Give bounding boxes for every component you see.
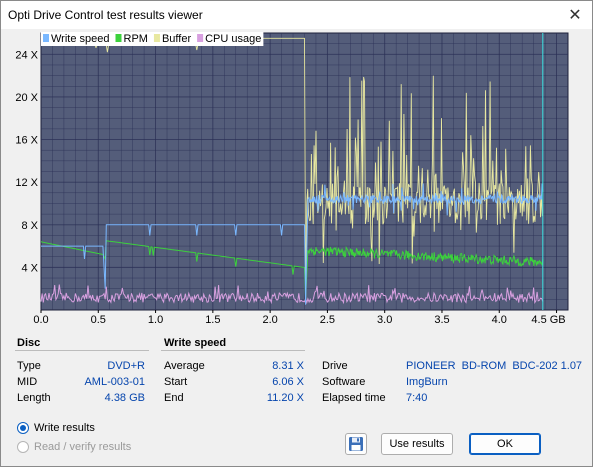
disc-mid-label: MID [17, 376, 38, 388]
disc-type-label: Type [17, 360, 41, 372]
read-verify-results-label: Read / verify results [34, 441, 132, 453]
disc-section-title: Disc [17, 337, 41, 349]
legend-swatch [197, 34, 204, 42]
legend-label: RPM [124, 33, 148, 45]
disc-mid-value: AML-003-01 [84, 376, 145, 388]
y-tick-label: 8 X [21, 220, 38, 232]
x-tick-label: 3.5 [434, 314, 449, 326]
write-results-chart: 0.0 0.5 1.0 1.5 2.0 2.5 3.0 3.5 4.0 4.5 GB 4 X 8 X 1… [15, 32, 569, 326]
window-title: Opti Drive Control test results viewer [8, 8, 203, 22]
disc-divider [15, 350, 149, 351]
end-label: End [164, 392, 184, 404]
chart-legend: Write speed RPM Buffer CPU usage [41, 32, 264, 46]
y-tick-label: 24 X [15, 49, 38, 61]
close-icon[interactable]: ✕ [558, 1, 592, 29]
legend-swatch [153, 34, 160, 42]
drive-value: PIONEER BD-ROM BDC-202 1.07 [406, 360, 583, 372]
end-value: 11.20 X [266, 392, 304, 404]
legend-label: CPU usage [205, 33, 261, 45]
chart-area: 0.0 0.5 1.0 1.5 2.0 2.5 3.0 3.5 4.0 4.5 GB 4 X 8 X 1… [1, 29, 592, 334]
x-tick-label: 3.0 [377, 314, 392, 326]
elapsed-time-value: 7:40 [406, 392, 428, 404]
ok-button[interactable]: OK [469, 433, 541, 455]
software-label: Software [322, 376, 366, 388]
software-value: ImgBurn [406, 376, 448, 388]
x-tick-label: 4.0 [492, 314, 507, 326]
x-tick-label: 1.0 [148, 314, 163, 326]
write-speed-divider [161, 350, 305, 351]
write-results-option[interactable]: Write results [17, 422, 95, 434]
results-info-panel: Disc Type DVD+R MID AML-003-01 Length 4.… [1, 335, 592, 415]
legend-label: Write speed [51, 33, 110, 45]
start-value: 6.06 X [272, 376, 304, 388]
average-label: Average [164, 360, 205, 372]
write-results-radio[interactable] [17, 422, 29, 434]
y-tick-label: 16 X [15, 135, 38, 147]
y-tick-label: 4 X [21, 262, 38, 274]
disc-length-label: Length [17, 392, 51, 404]
x-tick-label: 1.5 [205, 314, 220, 326]
disc-length-value: 4.38 GB [104, 392, 145, 404]
x-tick-label: 2.0 [262, 314, 277, 326]
x-tick-label: 2.5 [320, 314, 335, 326]
disc-type-value: DVD+R [107, 360, 145, 372]
legend-label: Buffer [162, 33, 191, 45]
y-tick-label: 20 X [15, 92, 38, 104]
legend-swatch [115, 34, 122, 42]
read-verify-results-radio [17, 441, 29, 453]
average-value: 8.31 X [272, 360, 304, 372]
x-tick-label: 4.5 GB [531, 314, 565, 326]
save-button[interactable] [345, 433, 367, 455]
elapsed-time-label: Elapsed time [322, 392, 386, 404]
floppy-disk-icon [349, 437, 363, 451]
read-verify-results-option: Read / verify results [17, 441, 131, 453]
results-viewer-window: Opti Drive Control test results viewer ✕… [0, 0, 593, 467]
x-tick-label: 0.0 [33, 314, 48, 326]
start-label: Start [164, 376, 188, 388]
legend-swatch [43, 34, 49, 42]
title-bar: Opti Drive Control test results viewer ✕ [1, 1, 592, 29]
write-results-label: Write results [34, 422, 95, 434]
use-results-button[interactable]: Use results [381, 433, 453, 455]
x-tick-label: 0.5 [91, 314, 106, 326]
write-speed-section-title: Write speed [164, 337, 227, 349]
drive-label: Drive [322, 360, 348, 372]
y-tick-label: 12 X [15, 177, 38, 189]
